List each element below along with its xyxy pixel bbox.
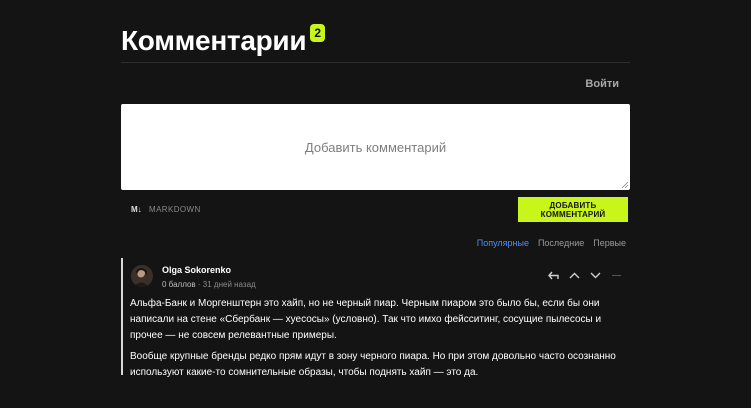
comment-time[interactable]: 31 дней назад <box>203 280 256 289</box>
thread-line <box>121 258 123 375</box>
comment-body: Альфа-Банк и Моргенштерн это хайп, но не… <box>130 296 628 386</box>
sort-tabs: Популярные Последние Первые <box>477 238 626 248</box>
add-comment-button[interactable]: ДОБАВИТЬ КОММЕНТАРИЙ <box>518 197 628 222</box>
sort-first[interactable]: Первые <box>593 238 626 248</box>
reply-icon[interactable] <box>547 269 559 281</box>
dash-icon[interactable] <box>610 269 622 281</box>
comment-count-badge: 2 <box>310 24 326 42</box>
sort-latest[interactable]: Последние <box>538 238 584 248</box>
comment-actions <box>547 269 622 281</box>
markdown-icon: M↓ <box>131 205 142 214</box>
resize-handle-icon[interactable] <box>621 181 628 188</box>
comment-input-placeholder: Добавить комментарий <box>304 139 447 155</box>
header-divider <box>121 62 630 63</box>
chevron-down-icon[interactable] <box>589 269 601 281</box>
avatar-image <box>131 265 153 287</box>
markdown-label: MARKDOWN <box>149 205 201 214</box>
comment-paragraph: Альфа-Банк и Моргенштерн это хайп, но не… <box>130 298 602 341</box>
comments-header: Комментарии 2 <box>121 24 326 58</box>
comment-item: Olga Sokorenko 0 баллов · 31 дней назад … <box>121 258 630 378</box>
comment-meta: 0 баллов · 31 дней назад <box>162 280 256 289</box>
page-title: Комментарии <box>121 25 307 56</box>
sort-popular[interactable]: Популярные <box>477 238 529 248</box>
avatar[interactable] <box>131 265 153 287</box>
comment-score: 0 баллов <box>162 280 196 289</box>
comment-author[interactable]: Olga Sokorenko <box>162 265 231 275</box>
comment-input[interactable]: Добавить комментарий <box>121 104 630 190</box>
comment-paragraph: Вообще крупные бренды редко прям идут в … <box>130 351 616 378</box>
login-link[interactable]: Войти <box>585 78 619 90</box>
markdown-hint: M↓ MARKDOWN <box>131 205 201 214</box>
chevron-up-icon[interactable] <box>568 269 580 281</box>
